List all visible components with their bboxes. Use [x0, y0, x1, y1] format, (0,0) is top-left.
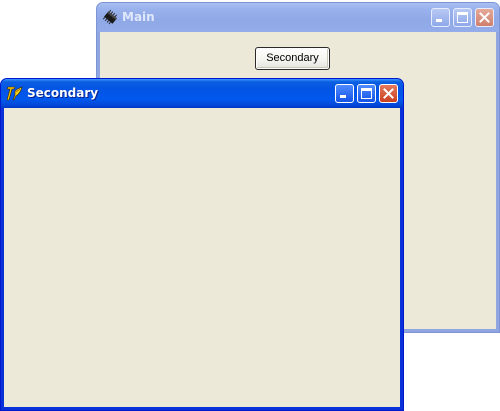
open-secondary-button[interactable]: Secondary	[255, 47, 330, 70]
secondary-window[interactable]: Secondary	[0, 78, 404, 411]
close-icon	[383, 88, 394, 99]
minimize-icon	[340, 95, 346, 98]
main-maximize-button[interactable]	[453, 8, 472, 27]
main-minimize-button[interactable]	[431, 8, 450, 27]
secondary-close-button[interactable]	[379, 84, 398, 103]
secondary-window-title: Secondary	[27, 86, 99, 100]
chip-icon	[102, 9, 118, 25]
main-window-title: Main	[122, 10, 155, 24]
main-close-button[interactable]	[475, 8, 494, 27]
secondary-client-area	[4, 108, 400, 407]
main-titlebar[interactable]: Main	[97, 3, 499, 32]
secondary-titlebar[interactable]: Secondary	[1, 79, 403, 108]
close-icon	[479, 12, 490, 23]
tcl-feather-icon	[6, 86, 23, 101]
secondary-minimize-button[interactable]	[335, 84, 354, 103]
secondary-maximize-button[interactable]	[357, 84, 376, 103]
maximize-icon	[457, 12, 468, 23]
minimize-icon	[436, 19, 442, 22]
maximize-icon	[361, 88, 372, 99]
